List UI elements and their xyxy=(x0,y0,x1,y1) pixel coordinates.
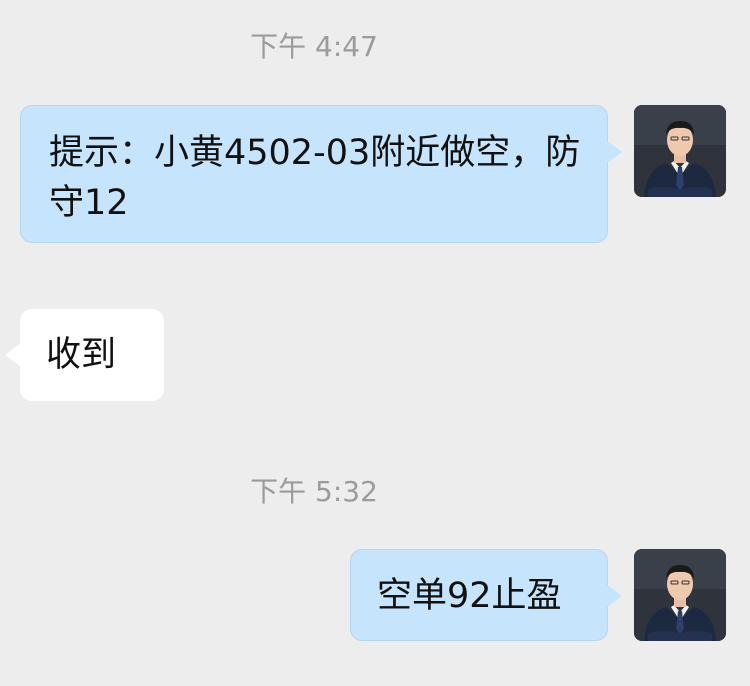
sent-message-bubble[interactable]: 提示：小黄4502-03附近做空，防守12 xyxy=(20,105,622,243)
person-suit-avatar-icon xyxy=(634,105,726,197)
person-suit-avatar-icon xyxy=(634,549,726,641)
user-avatar[interactable] xyxy=(634,549,726,641)
timestamp: 下午 4:47 xyxy=(250,30,378,63)
timestamp: 下午 5:32 xyxy=(250,475,378,508)
received-message-bubble[interactable]: 收到 xyxy=(5,309,164,401)
sent-message-bubble[interactable]: 空单92止盈 xyxy=(350,549,622,641)
user-avatar[interactable] xyxy=(634,105,726,197)
